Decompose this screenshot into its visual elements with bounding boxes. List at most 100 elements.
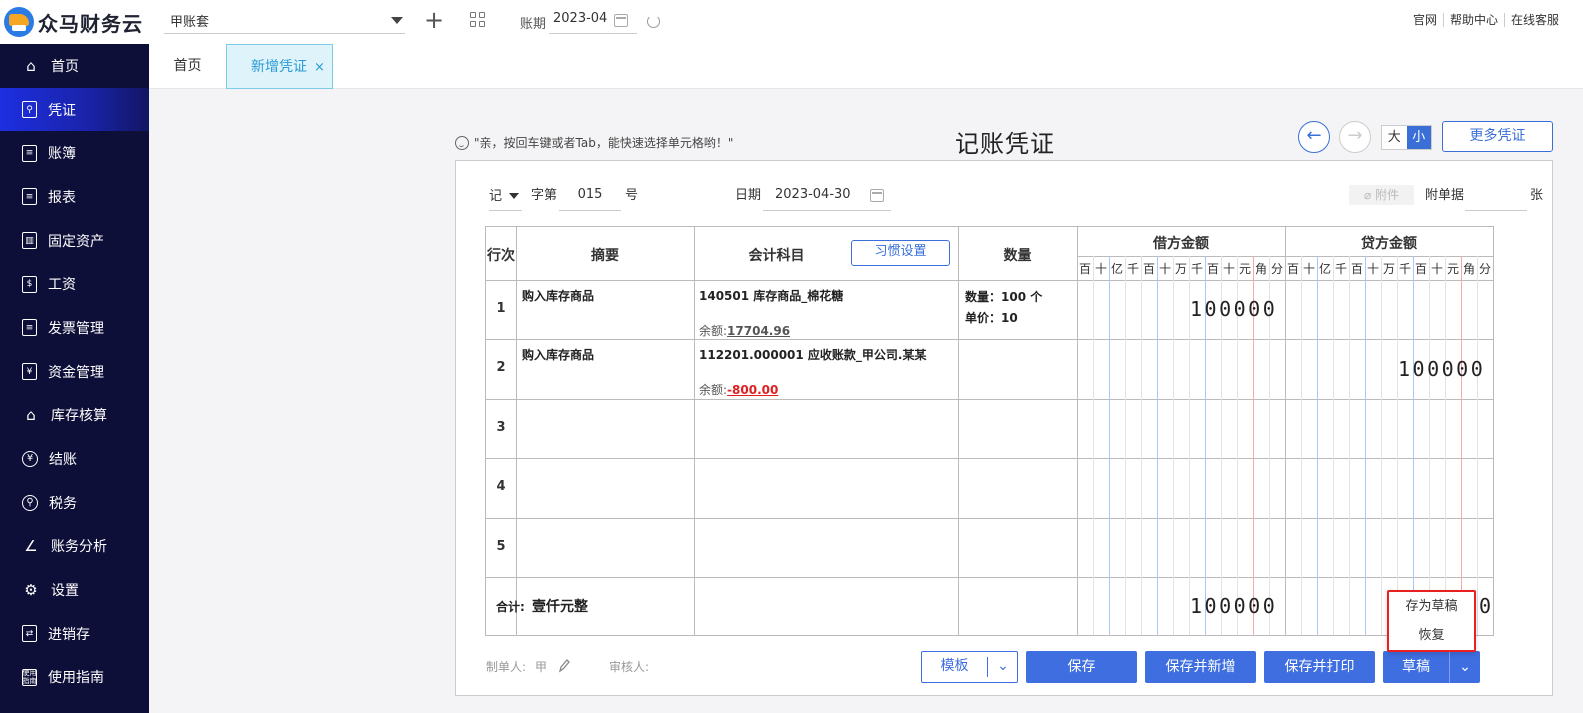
balance-value[interactable]: 17704.96 bbox=[727, 324, 790, 338]
tab-home[interactable]: 首页 bbox=[149, 44, 226, 89]
size-big-button[interactable]: 大 bbox=[1382, 126, 1407, 149]
sidebar-item-inventory[interactable]: ⌂ 库存核算 bbox=[0, 394, 149, 438]
digit-column-line bbox=[1317, 256, 1318, 635]
digit-unit-header: 千 bbox=[1126, 262, 1139, 276]
digit-unit-header: 万 bbox=[1382, 262, 1395, 276]
close-icon[interactable]: × bbox=[314, 45, 325, 90]
pencil-icon[interactable] bbox=[558, 658, 570, 673]
transfer-icon: ⇄ bbox=[22, 625, 37, 643]
tax-icon: ⚲ bbox=[22, 494, 38, 511]
grid-line bbox=[486, 518, 1493, 519]
credit-amount[interactable]: 100000 bbox=[1398, 357, 1485, 381]
app-logo[interactable]: 众马财务云 bbox=[0, 0, 150, 44]
chevron-down-icon bbox=[391, 17, 403, 24]
menu-item-save-draft[interactable]: 存为草稿 bbox=[1389, 592, 1474, 621]
summary-cell[interactable]: 购入库存商品 bbox=[522, 346, 594, 363]
add-icon[interactable]: + bbox=[424, 8, 444, 32]
digit-column-line bbox=[1157, 256, 1158, 635]
digit-unit-header: 亿 bbox=[1318, 262, 1331, 276]
calendar-icon[interactable] bbox=[870, 189, 884, 202]
sidebar-item-tax[interactable]: ⚲ 税务 bbox=[0, 481, 149, 525]
voucher-date-value: 2023-04-30 bbox=[775, 187, 851, 202]
sidebar-item-salary[interactable]: $ 工资 bbox=[0, 262, 149, 306]
summary-cell[interactable]: 购入库存商品 bbox=[522, 287, 594, 304]
sidebar-item-label: 账簿 bbox=[48, 146, 76, 163]
calendar-icon[interactable] bbox=[614, 14, 628, 27]
account-cell[interactable]: 112201.000001 应收账款_甲公司.某某 bbox=[699, 346, 927, 363]
home-icon: ⌂ bbox=[26, 56, 36, 75]
prev-voucher-button[interactable]: ← bbox=[1298, 121, 1330, 153]
sidebar-item-label: 工资 bbox=[48, 277, 76, 294]
debit-amount[interactable]: 100000 bbox=[1190, 297, 1277, 321]
digit-unit-header: 百 bbox=[1078, 262, 1091, 276]
account-cell[interactable]: 140501 库存商品_棉花糖 bbox=[699, 287, 843, 304]
row-number: 2 bbox=[496, 360, 506, 375]
tab-new-voucher[interactable]: 新增凭证 × bbox=[226, 44, 333, 89]
sidebar-item-label: 税务 bbox=[49, 495, 77, 512]
save-and-print-button[interactable]: 保存并打印 bbox=[1264, 651, 1375, 683]
account-set-select[interactable]: 甲账套 bbox=[164, 8, 405, 34]
digit-unit-header: 分 bbox=[1270, 262, 1283, 276]
account-balance: 余额:17704.96 bbox=[699, 322, 790, 339]
tip-text: "亲，按回车键或者Tab，能快速选择单元格哟！" bbox=[474, 136, 734, 150]
menu-item-restore[interactable]: 恢复 bbox=[1389, 621, 1474, 650]
size-small-button[interactable]: 小 bbox=[1406, 126, 1431, 149]
sidebar-item-invoices[interactable]: ≡ 发票管理 bbox=[0, 306, 149, 350]
save-button[interactable]: 保存 bbox=[1026, 651, 1137, 683]
voucher-type-value: 记 bbox=[489, 189, 503, 204]
chevron-down-icon[interactable]: ⌄ bbox=[1450, 651, 1480, 683]
warehouse-icon: ⌂ bbox=[26, 406, 36, 425]
link-help-center[interactable]: 帮助中心 bbox=[1442, 13, 1504, 27]
maker-label: 制单人: bbox=[486, 660, 527, 674]
voucher-number-field[interactable]: 015 bbox=[559, 185, 621, 211]
sidebar-item-label: 结账 bbox=[49, 452, 77, 469]
template-label: 模板 bbox=[940, 658, 969, 674]
digit-column-line bbox=[1413, 256, 1414, 635]
draft-label: 草稿 bbox=[1402, 659, 1430, 675]
sidebar-item-analysis[interactable]: ∠ 账务分析 bbox=[0, 525, 149, 569]
sidebar-item-fixed-assets[interactable]: ▥ 固定资产 bbox=[0, 219, 149, 263]
digit-unit-header: 十 bbox=[1430, 262, 1443, 276]
tab-label: 新增凭证 bbox=[251, 59, 307, 75]
sidebar-item-label: 固定资产 bbox=[48, 233, 104, 250]
next-voucher-button[interactable]: → bbox=[1339, 121, 1371, 153]
building-icon: ▥ bbox=[22, 232, 37, 250]
header-account: 会计科目 bbox=[748, 248, 805, 264]
draft-button[interactable]: 草稿 ⌄ bbox=[1383, 651, 1480, 683]
digit-unit-header: 元 bbox=[1238, 262, 1251, 276]
digit-column-line bbox=[1477, 256, 1478, 635]
sidebar-item-reports[interactable]: ≡ 报表 bbox=[0, 175, 149, 219]
sidebar-item-voucher[interactable]: ⚲ 凭证 bbox=[0, 87, 149, 132]
apps-grid-icon[interactable] bbox=[470, 12, 486, 28]
sidebar-item-settings[interactable]: ⚙ 设置 bbox=[0, 568, 149, 612]
digit-unit-header: 分 bbox=[1478, 262, 1491, 276]
header-row-no: 行次 bbox=[487, 248, 515, 264]
link-online-support[interactable]: 在线客服 bbox=[1503, 13, 1565, 27]
refresh-icon[interactable] bbox=[647, 15, 660, 28]
save-and-new-button[interactable]: 保存并新增 bbox=[1145, 651, 1256, 683]
digit-unit-header: 百 bbox=[1142, 262, 1155, 276]
balance-label: 余额: bbox=[699, 324, 728, 338]
chevron-down-icon[interactable]: ⌄ bbox=[988, 652, 1018, 682]
sidebar-item-guide[interactable]: 使用 指南 使用指南 bbox=[0, 656, 149, 700]
balance-value[interactable]: -800.00 bbox=[727, 383, 778, 397]
attach-docs-count-field[interactable] bbox=[1465, 185, 1527, 211]
draft-dropdown-menu: 存为草稿 恢复 bbox=[1387, 590, 1476, 652]
sidebar-item-purchase-sales[interactable]: ⇄ 进销存 bbox=[0, 612, 149, 656]
header-quantity: 数量 bbox=[1003, 248, 1032, 264]
link-official-site[interactable]: 官网 bbox=[1407, 13, 1443, 27]
digit-column-line bbox=[1333, 256, 1334, 635]
sidebar-item-funds[interactable]: ¥ 资金管理 bbox=[0, 350, 149, 394]
habit-settings-button[interactable]: 习惯设置 bbox=[851, 240, 950, 266]
sidebar-item-ledger[interactable]: ≡ 账簿 bbox=[0, 131, 149, 175]
sidebar-item-home[interactable]: ⌂ 首页 bbox=[0, 44, 149, 88]
account-balance: 余额:-800.00 bbox=[699, 381, 778, 398]
sidebar-item-label: 首页 bbox=[51, 58, 79, 75]
digit-unit-header: 千 bbox=[1334, 262, 1347, 276]
voucher-search-icon: ⚲ bbox=[22, 101, 37, 119]
digit-column-line bbox=[1461, 256, 1462, 635]
template-button[interactable]: 模板 ⌄ bbox=[921, 651, 1018, 683]
sidebar-item-closing[interactable]: ¥ 结账 bbox=[0, 437, 149, 481]
attachment-button[interactable]: ⌀ 附件 bbox=[1349, 185, 1414, 205]
more-vouchers-button[interactable]: 更多凭证 bbox=[1442, 121, 1553, 152]
